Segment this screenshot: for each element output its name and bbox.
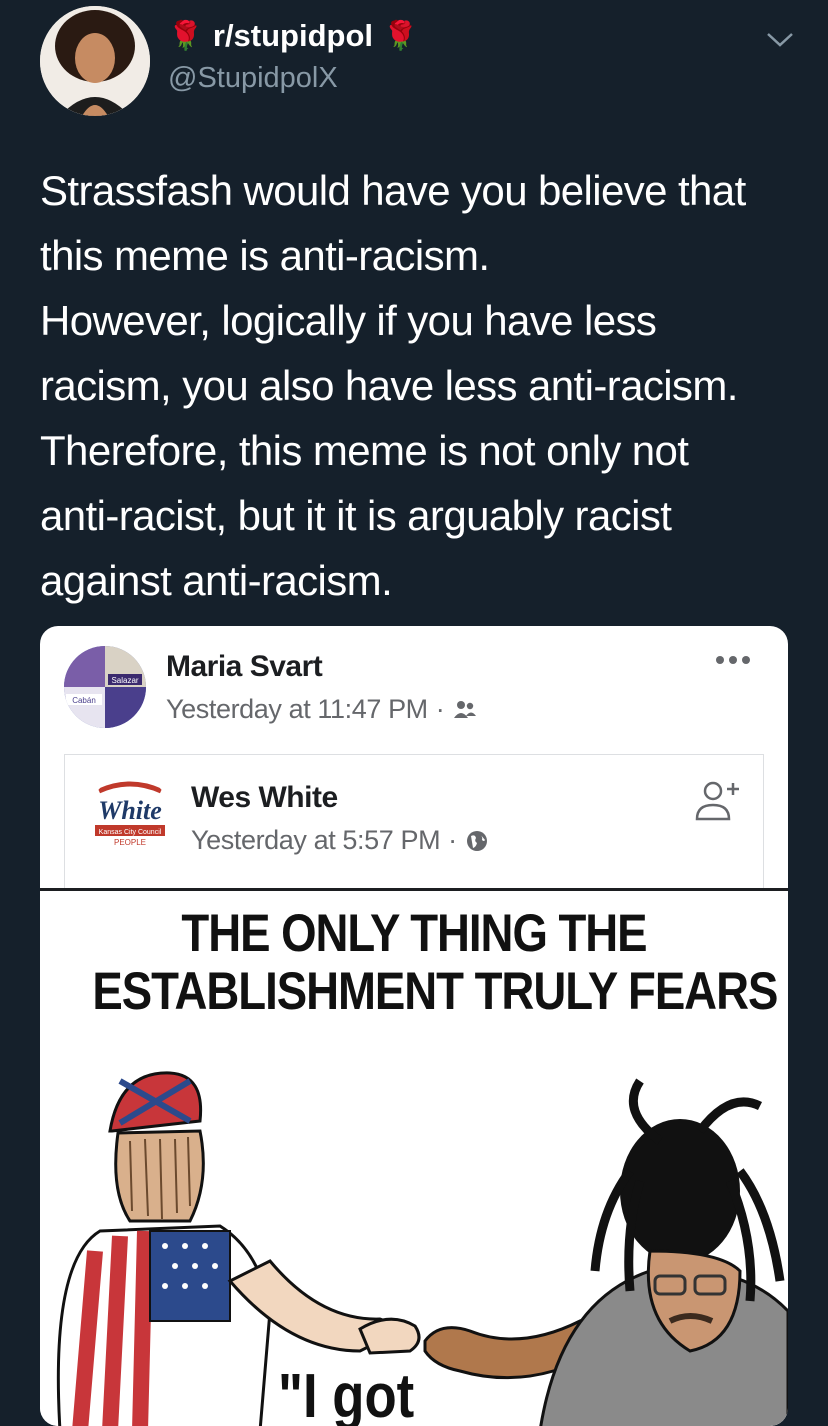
avatar-label: PEOPLE	[114, 838, 146, 847]
tweet-line: racism, you also have less anti-racism.	[40, 362, 738, 409]
avatar-label: Salazar	[111, 676, 138, 685]
meme-image: THE ONLY THING THE ESTABLISHMENT TRULY F…	[40, 888, 788, 1426]
tweet-line: Strassfash would have you believe that	[40, 167, 746, 214]
tweet-line: However, logically if you have less	[40, 297, 657, 344]
meme-caption: "I got	[278, 1362, 415, 1426]
profile-avatar[interactable]	[40, 6, 150, 116]
shared-author-name[interactable]: Wes White	[191, 781, 338, 815]
fb-avatar-maria: Salazar Cabán	[64, 646, 146, 728]
tweet-line: this meme is anti-racism.	[40, 232, 490, 279]
fb-author-name[interactable]: Maria Svart	[166, 650, 323, 684]
rose-icon: 🌹	[383, 20, 418, 51]
shared-time-text: Yesterday at 5:57 PM	[191, 825, 441, 855]
dot-separator: ·	[435, 694, 445, 724]
meme-title: THE ONLY THING THE ESTABLISHMENT TRULY F…	[92, 904, 778, 1021]
tweet-line: against anti-racism.	[40, 557, 393, 604]
tweet-line: anti-racist, but it it is arguably racis…	[40, 492, 672, 539]
add-friend-icon[interactable]	[693, 777, 741, 825]
shared-post: White Kansas City Council PEOPLE Wes Whi…	[64, 754, 764, 889]
globe-icon	[466, 830, 487, 851]
friends-icon	[454, 700, 477, 718]
fb-time-text: Yesterday at 11:47 PM	[166, 694, 428, 724]
avatar-label: White	[98, 796, 162, 825]
media-image[interactable]: Salazar Cabán Maria Svart Yesterday at 1…	[40, 626, 788, 1426]
shared-post-time: Yesterday at 5:57 PM ·	[191, 825, 489, 856]
more-options-icon[interactable]	[716, 656, 750, 664]
avatar-label: Kansas City Council	[99, 829, 162, 836]
dot-separator: ·	[448, 825, 457, 855]
tweet-line: Therefore, this meme is not only not	[40, 427, 689, 474]
user-handle[interactable]: @StupidpolX	[168, 62, 338, 95]
fb-post-time: Yesterday at 11:47 PM ·	[166, 694, 478, 725]
meme-title-line: ESTABLISHMENT TRULY FEARS	[92, 962, 778, 1021]
rose-icon: 🌹	[168, 20, 203, 51]
meme-title-line: THE ONLY THING THE	[181, 904, 647, 963]
avatar-label: Cabán	[72, 696, 96, 705]
display-name[interactable]: 🌹 r/stupidpol 🌹	[168, 18, 418, 54]
fb-avatar-wes: White Kansas City Council PEOPLE	[89, 775, 171, 857]
chevron-down-icon[interactable]	[765, 30, 795, 50]
display-name-text: r/stupidpol	[212, 18, 374, 53]
tweet-text: Strassfash would have you believe that t…	[40, 158, 800, 613]
